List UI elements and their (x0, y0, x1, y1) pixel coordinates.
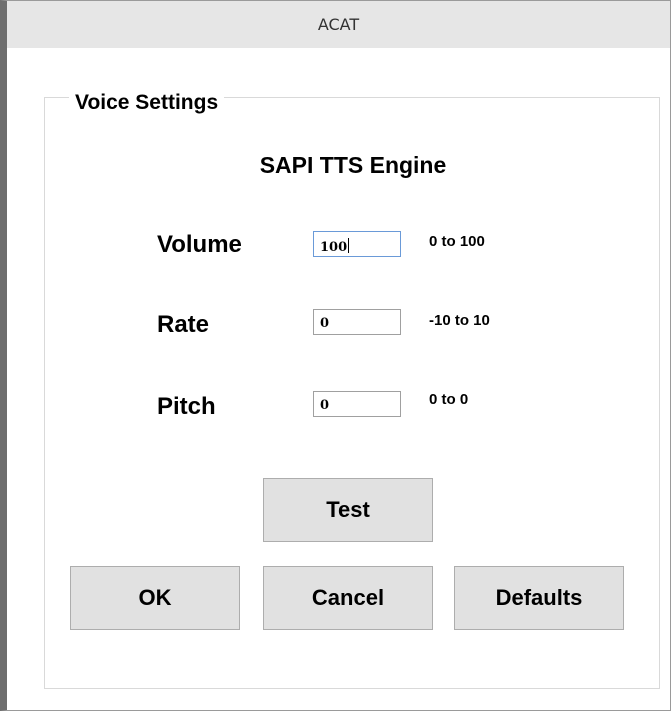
acat-voice-settings-window: ACAT Voice Settings SAPI TTS Engine Volu… (0, 0, 671, 711)
engine-title: SAPI TTS Engine (259, 152, 447, 178)
ok-button-label: OK (138, 585, 172, 610)
volume-range: 0 to 100 (429, 233, 485, 250)
ok-button[interactable]: OK (70, 566, 240, 630)
rate-range: -10 to 10 (429, 312, 490, 329)
volume-input[interactable]: 100 (313, 231, 401, 257)
title-bar[interactable]: ACAT (7, 1, 670, 48)
pitch-range: 0 to 0 (429, 391, 469, 408)
rate-input[interactable]: 0 (313, 309, 401, 335)
volume-value: 100 (320, 240, 348, 255)
group-title: Voice Settings (69, 91, 225, 115)
volume-label: Volume (157, 231, 242, 258)
defaults-button-label: Defaults (495, 585, 583, 610)
rate-label: Rate (157, 311, 210, 338)
text-caret (348, 238, 350, 253)
defaults-button[interactable]: Defaults (454, 566, 624, 630)
test-button-label: Test (326, 497, 370, 522)
test-button[interactable]: Test (263, 478, 433, 542)
pitch-input[interactable]: 0 (313, 391, 401, 417)
cancel-button[interactable]: Cancel (263, 566, 433, 630)
cancel-button-label: Cancel (311, 585, 385, 610)
pitch-label: Pitch (157, 393, 216, 420)
window-title: ACAT (317, 15, 360, 34)
